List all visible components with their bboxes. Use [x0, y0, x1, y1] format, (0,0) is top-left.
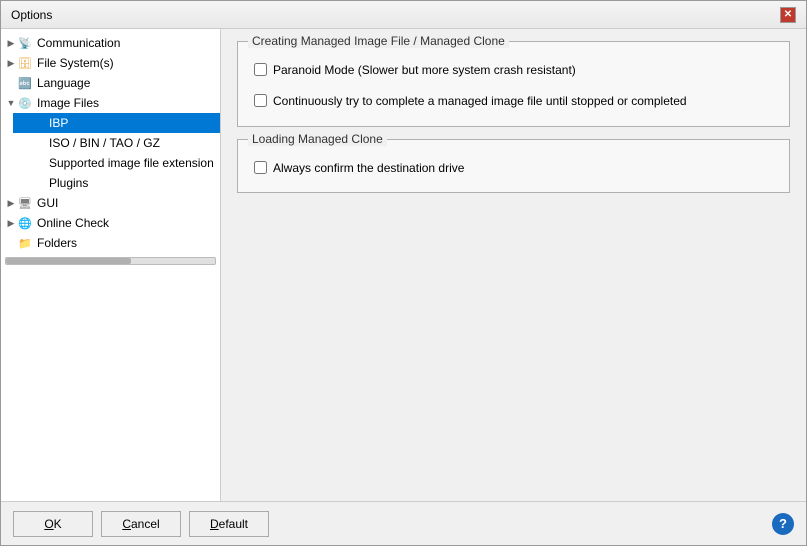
- close-button[interactable]: ✕: [780, 7, 796, 23]
- sidebar-scrollbar-h[interactable]: [5, 257, 216, 265]
- online-icon: 🌐: [17, 215, 33, 231]
- continuous-row: Continuously try to complete a managed i…: [254, 93, 773, 110]
- arrow-gui: [5, 198, 17, 209]
- ok-button[interactable]: OK: [13, 511, 93, 537]
- gui-icon: 🖥: [17, 195, 33, 211]
- cancel-button[interactable]: Cancel: [101, 511, 181, 537]
- default-label-rest: efault: [219, 517, 248, 531]
- section1-title: Creating Managed Image File / Managed Cl…: [248, 34, 509, 48]
- window-title: Options: [11, 8, 52, 22]
- sidebar-label-plugins: Plugins: [49, 176, 88, 190]
- arrow-onlinecheck: [5, 218, 17, 229]
- sidebar-label-gui: GUI: [37, 196, 58, 210]
- supported-icon: [29, 155, 45, 171]
- ok-label-rest: K: [54, 517, 62, 531]
- sidebar-label-supported: Supported image file extension: [49, 156, 214, 170]
- main-content: 📡 Communication 🗄 File System(s) 🔤 Langu…: [1, 29, 806, 501]
- paranoid-row: Paranoid Mode (Slower but more system cr…: [254, 62, 773, 79]
- sidebar-item-plugins[interactable]: Plugins: [13, 173, 220, 193]
- cancel-label-rest: ancel: [131, 517, 160, 531]
- content-area: Creating Managed Image File / Managed Cl…: [221, 29, 806, 501]
- options-window: Options ✕ 📡 Communication 🗄 File System(…: [0, 0, 807, 546]
- continuous-checkbox[interactable]: [254, 94, 267, 107]
- paranoid-label: Paranoid Mode (Slower but more system cr…: [273, 62, 576, 79]
- sidebar-item-supported[interactable]: Supported image file extension: [13, 153, 220, 173]
- help-button[interactable]: ?: [772, 513, 794, 535]
- title-bar: Options ✕: [1, 1, 806, 29]
- sidebar-item-imagefiles[interactable]: 💿 Image Files: [1, 93, 220, 113]
- default-underline: D: [210, 517, 219, 531]
- ok-underline: O: [44, 517, 53, 531]
- sidebar-item-filesystem[interactable]: 🗄 File System(s): [1, 53, 220, 73]
- sidebar-item-gui[interactable]: 🖥 GUI: [1, 193, 220, 213]
- img-icon: 💿: [17, 95, 33, 111]
- sidebar-item-language[interactable]: 🔤 Language: [1, 73, 220, 93]
- sidebar-label-iso: ISO / BIN / TAO / GZ: [49, 136, 160, 150]
- sidebar-label-language: Language: [37, 76, 90, 90]
- sidebar-label-imagefiles: Image Files: [37, 96, 99, 110]
- section2-content: Always confirm the destination drive: [254, 160, 773, 177]
- confirm-checkbox[interactable]: [254, 161, 267, 174]
- footer: OK Cancel Default ?: [1, 501, 806, 545]
- section-loading-managed: Loading Managed Clone Always confirm the…: [237, 139, 790, 194]
- default-button[interactable]: Default: [189, 511, 269, 537]
- ibp-icon: [29, 115, 45, 131]
- cancel-underline: C: [122, 517, 131, 531]
- arrow-imagefiles: [5, 98, 17, 108]
- sidebar-item-iso[interactable]: ISO / BIN / TAO / GZ: [13, 133, 220, 153]
- lang-icon: 🔤: [17, 75, 33, 91]
- section2-title: Loading Managed Clone: [248, 132, 387, 146]
- confirm-row: Always confirm the destination drive: [254, 160, 773, 177]
- sidebar-label-filesystem: File System(s): [37, 56, 114, 70]
- sidebar-item-communication[interactable]: 📡 Communication: [1, 33, 220, 53]
- sidebar: 📡 Communication 🗄 File System(s) 🔤 Langu…: [1, 29, 221, 501]
- iso-icon: [29, 135, 45, 151]
- paranoid-checkbox[interactable]: [254, 63, 267, 76]
- sidebar-scrollbar-thumb: [6, 258, 131, 264]
- section1-content: Paranoid Mode (Slower but more system cr…: [254, 62, 773, 110]
- section-creating-managed: Creating Managed Image File / Managed Cl…: [237, 41, 790, 127]
- continuous-label: Continuously try to complete a managed i…: [273, 93, 687, 110]
- arrow-filesystem: [5, 58, 17, 69]
- folder-icon: 📁: [17, 235, 33, 251]
- sidebar-label-communication: Communication: [37, 36, 120, 50]
- sidebar-item-ibp[interactable]: IBP: [13, 113, 220, 133]
- plugins-icon: [29, 175, 45, 191]
- content-spacer: [237, 205, 790, 489]
- sidebar-label-onlinecheck: Online Check: [37, 216, 109, 230]
- comm-icon: 📡: [17, 35, 33, 51]
- confirm-label: Always confirm the destination drive: [273, 160, 464, 177]
- sidebar-label-folders: Folders: [37, 236, 77, 250]
- sidebar-item-folders[interactable]: 📁 Folders: [1, 233, 220, 253]
- sidebar-label-ibp: IBP: [49, 116, 68, 130]
- arrow-communication: [5, 38, 17, 49]
- fs-icon: 🗄: [17, 55, 33, 71]
- sidebar-item-onlinecheck[interactable]: 🌐 Online Check: [1, 213, 220, 233]
